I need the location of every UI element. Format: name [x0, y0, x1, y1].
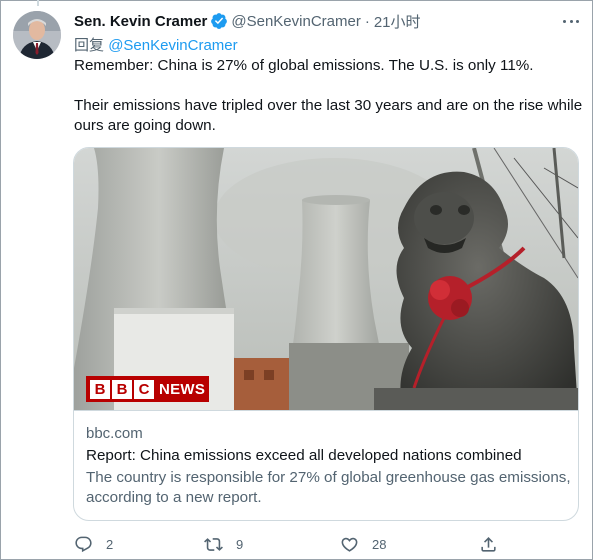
retweet-icon [204, 537, 223, 551]
like-button[interactable]: 28 [340, 533, 386, 555]
more-icon[interactable] [560, 12, 582, 30]
card-body[interactable]: bbc.com Report: China emissions exceed a… [86, 424, 576, 508]
tweet-text: Remember: China is 27% of global emissio… [74, 56, 584, 136]
share-icon [481, 536, 496, 552]
action-bar: 2 9 28 [74, 533, 574, 555]
reply-icon [75, 536, 92, 552]
card-image[interactable]: B B C NEWS [74, 148, 578, 411]
bbc-logo-letter: B [90, 379, 110, 399]
reply-count: 2 [106, 536, 114, 552]
card-domain: bbc.com [86, 425, 143, 442]
replying-to-handle[interactable]: @SenKevinCramer [108, 37, 237, 54]
verified-badge-icon [211, 13, 228, 29]
replying-to-prefix: 回复 [74, 37, 105, 54]
heart-icon [341, 537, 358, 552]
bbc-news-logo: B B C NEWS [86, 376, 210, 402]
tweet-paragraph: Their emissions have tripled over the la… [74, 97, 583, 134]
bbc-logo-news: NEWS [159, 380, 206, 398]
power-plant-photo [74, 148, 578, 410]
thread-connector-line [37, 0, 39, 6]
share-button[interactable] [479, 533, 498, 555]
replying-to: 回复 @SenKevinCramer [74, 34, 238, 55]
card-description: The country is responsible for 27% of gl… [86, 469, 571, 506]
author-name[interactable]: Sen. Kevin Cramer [74, 13, 207, 30]
like-count: 28 [372, 536, 387, 552]
bbc-logo-letter: C [134, 379, 154, 399]
tweet-header: Sen. Kevin Cramer @SenKevinCramer · 21小时 [74, 11, 421, 31]
link-card[interactable]: B B C NEWS bbc.com Report: China emissio… [73, 147, 579, 521]
author-handle[interactable]: @SenKevinCramer [231, 13, 360, 30]
tweet-paragraph: Remember: China is 27% of global emissio… [74, 57, 534, 74]
author-avatar[interactable] [13, 11, 61, 59]
separator-dot: · [364, 12, 370, 30]
avatar-image [13, 11, 61, 59]
retweet-count: 9 [236, 536, 244, 552]
card-title: Report: China emissions exceed all devel… [86, 447, 522, 464]
retweet-button[interactable]: 9 [204, 533, 243, 555]
reply-button[interactable]: 2 [74, 533, 113, 555]
tweet-timestamp[interactable]: 21小时 [374, 11, 421, 32]
bbc-logo-letter: B [112, 379, 132, 399]
